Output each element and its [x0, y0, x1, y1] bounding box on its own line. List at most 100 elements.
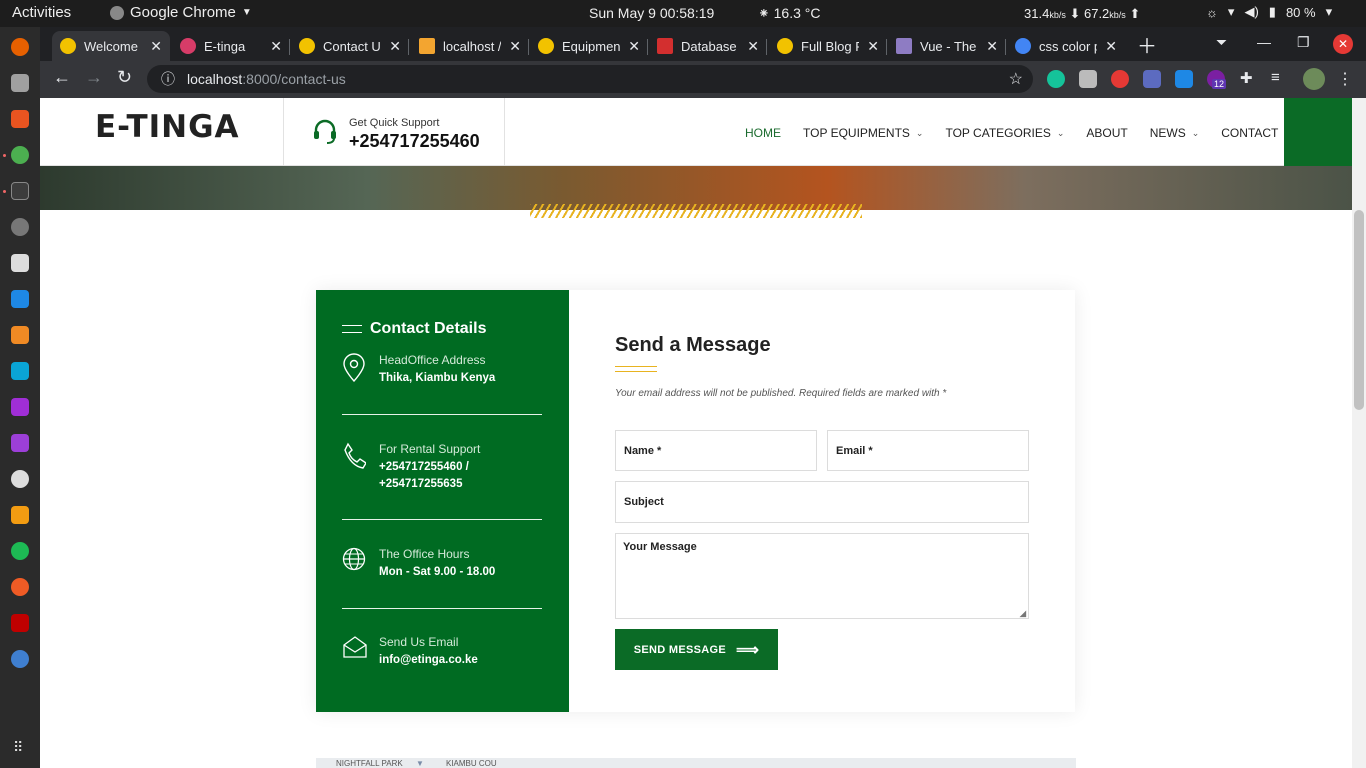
tab-search-icon[interactable]: ⏷	[1216, 34, 1227, 51]
envelope-icon	[343, 636, 367, 658]
video-ext-icon[interactable]	[1143, 70, 1161, 88]
site-info-icon[interactable]: ⓘ	[161, 69, 175, 89]
divider	[342, 608, 542, 609]
nav-news[interactable]: NEWS ⌄	[1150, 126, 1200, 140]
app-menu[interactable]: Google Chrome ▼	[110, 4, 252, 21]
close-icon[interactable]: ✕	[986, 38, 998, 55]
running-indicator	[3, 154, 6, 157]
qbittorrent-icon[interactable]	[11, 650, 29, 668]
tab-equipment[interactable]: Equipmen ✕	[530, 31, 648, 61]
profile-avatar[interactable]	[1303, 68, 1325, 90]
postman-icon[interactable]	[11, 578, 29, 596]
extension-icon[interactable]	[1079, 70, 1097, 88]
send-message-button[interactable]: SEND MESSAGE ⟹	[615, 629, 778, 670]
spotify-icon[interactable]	[11, 542, 29, 560]
fontinfo-icon[interactable]	[1175, 70, 1193, 88]
software-store-icon[interactable]	[11, 110, 29, 128]
minimize-icon[interactable]: —	[1257, 34, 1271, 50]
phpstorm-icon[interactable]	[11, 434, 29, 452]
vlc-icon[interactable]	[11, 506, 29, 524]
chevron-down-icon: ⌄	[1056, 127, 1065, 138]
close-icon[interactable]: ✕	[628, 38, 640, 55]
system-tray[interactable]: ☼ ▾ ◀) ▮ 80 % ▾	[1206, 4, 1332, 20]
firefox-icon[interactable]	[11, 38, 29, 56]
clock[interactable]: Sun May 9 00:58:19	[589, 5, 714, 21]
site-logo[interactable]: E-TINGA	[95, 109, 240, 145]
map-embed[interactable]: NIGHTFALL PARK ▼ KIAMBU COU	[316, 758, 1076, 768]
tab-separator	[408, 39, 409, 55]
nav-top-categories[interactable]: TOP CATEGORIES ⌄	[945, 126, 1064, 140]
hero-stripe-decoration	[530, 204, 862, 218]
chrome-dock-icon[interactable]	[11, 146, 29, 164]
intellij-icon[interactable]	[11, 398, 29, 416]
contact-item-address: HeadOffice Address Thika, Kiambu Kenya	[342, 353, 557, 393]
bookmark-star-icon[interactable]: ☆	[1009, 69, 1023, 89]
close-icon[interactable]: ✕	[867, 38, 879, 55]
scrollbar-thumb[interactable]	[1354, 210, 1364, 410]
nav-top-equipments[interactable]: TOP EQUIPMENTS ⌄	[803, 126, 923, 140]
extension-badge-icon[interactable]: 12	[1207, 70, 1227, 89]
close-window-button[interactable]: ✕	[1333, 34, 1353, 54]
tab-contact[interactable]: Contact U ✕	[291, 31, 409, 61]
tab-welcome[interactable]: Welcome | ✕	[52, 31, 170, 61]
tab-etinga[interactable]: E-tinga ✕	[172, 31, 290, 61]
terminal-icon[interactable]	[11, 182, 29, 200]
close-icon[interactable]: ✕	[1105, 38, 1117, 55]
name-placeholder: Name *	[624, 445, 662, 457]
webstorm-icon[interactable]	[11, 362, 29, 380]
close-icon[interactable]: ✕	[509, 38, 521, 55]
adblock-icon[interactable]	[1111, 70, 1129, 88]
nav-about[interactable]: ABOUT	[1086, 126, 1127, 140]
close-icon[interactable]: ✕	[270, 38, 282, 55]
nav-home[interactable]: HOME	[745, 126, 781, 140]
more-menu-icon[interactable]: ⋮	[1337, 69, 1353, 89]
show-applications-icon[interactable]: ⠿	[13, 739, 23, 756]
back-icon[interactable]: ←	[53, 67, 71, 88]
reload-icon[interactable]: ↻	[117, 67, 132, 88]
tab-csscolor[interactable]: css color p ✕	[1007, 31, 1125, 61]
puzzle-icon[interactable]: ✚	[1240, 69, 1253, 87]
restore-icon[interactable]: ❐	[1297, 34, 1310, 51]
tab-separator	[886, 39, 887, 55]
support-phone[interactable]: +254717255460	[349, 131, 480, 152]
activities-button[interactable]: Activities	[12, 4, 71, 21]
tab-localhost[interactable]: localhost / ✕	[411, 31, 529, 61]
subject-field[interactable]: Subject	[615, 481, 1029, 523]
resize-handle-icon[interactable]: ◢	[1020, 609, 1026, 618]
weather-icon: ⁕	[758, 5, 774, 21]
sublime-icon[interactable]	[11, 326, 29, 344]
mysql-workbench-icon[interactable]	[11, 470, 29, 488]
page-scrollbar[interactable]	[1352, 98, 1366, 768]
vscode-icon[interactable]	[11, 290, 29, 308]
arrow-right-icon: ⟹	[735, 641, 760, 659]
header-cta-block[interactable]	[1284, 98, 1352, 166]
chevron-down-icon: ⌄	[915, 127, 924, 138]
settings-icon[interactable]	[11, 218, 29, 236]
nav-contact[interactable]: CONTACT	[1221, 126, 1278, 140]
message-textarea[interactable]: Your Message ◢	[615, 533, 1029, 619]
files-icon[interactable]	[11, 74, 29, 92]
forward-icon[interactable]: →	[85, 67, 103, 88]
subject-placeholder: Subject	[624, 496, 664, 508]
close-icon[interactable]: ✕	[747, 38, 759, 55]
chrome-icon	[110, 5, 124, 20]
media-control-icon[interactable]: ≡	[1271, 69, 1280, 86]
send-message-heading: Send a Message	[615, 334, 771, 356]
tab-fullblog[interactable]: Full Blog F ✕	[769, 31, 887, 61]
address-bar[interactable]: ⓘ localhost:8000/contact-us ☆	[147, 65, 1033, 93]
monitor-icon[interactable]	[11, 254, 29, 272]
contact-item-value[interactable]: +254717255460 / +254717255635	[379, 459, 554, 493]
tab-database[interactable]: Database ✕	[649, 31, 767, 61]
weather-indicator[interactable]: ⁕ 16.3 °C	[758, 5, 820, 22]
close-icon[interactable]: ✕	[150, 38, 162, 55]
grammarly-icon[interactable]	[1047, 70, 1065, 88]
name-field[interactable]: Name *	[615, 430, 817, 471]
tab-vue[interactable]: Vue - The ✕	[888, 31, 1006, 61]
contact-item-value[interactable]: info@etinga.co.ke	[379, 652, 554, 669]
new-tab-button[interactable]: ＋	[1137, 30, 1157, 59]
filezilla-icon[interactable]	[11, 614, 29, 632]
email-placeholder: Email *	[836, 445, 873, 457]
network-speed[interactable]: 31.4kb/s ⬇ 67.2kb/s ⬆	[1024, 6, 1140, 22]
email-field[interactable]: Email *	[827, 430, 1029, 471]
close-icon[interactable]: ✕	[389, 38, 401, 55]
